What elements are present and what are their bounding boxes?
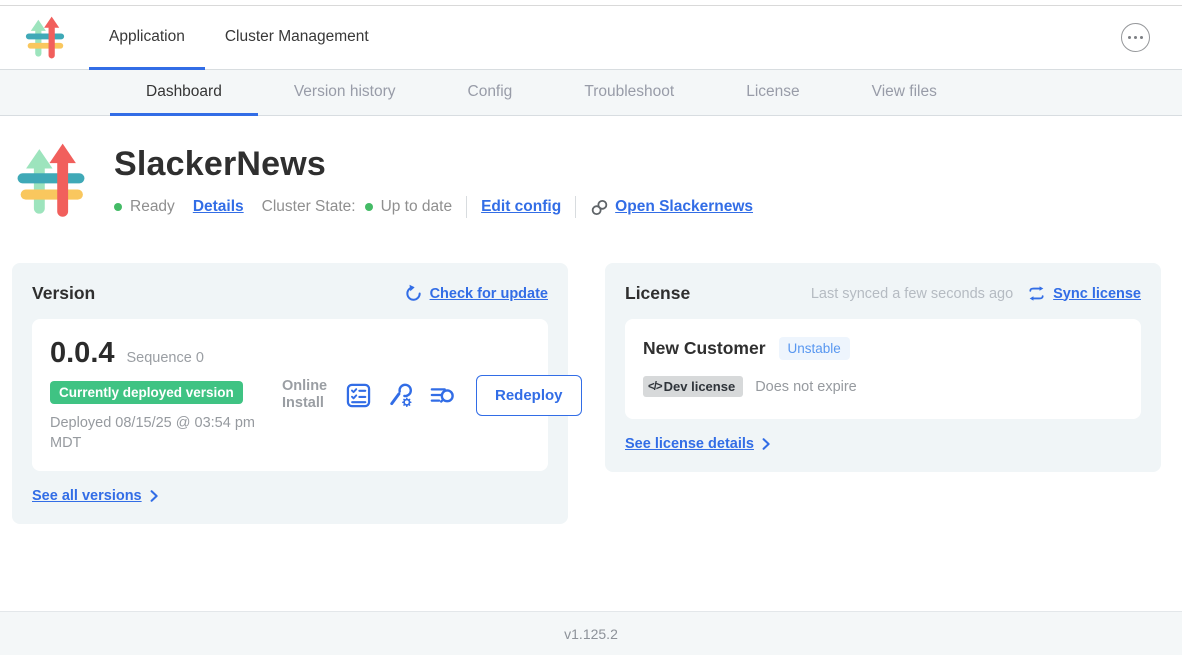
deploy-logs-icon[interactable]	[429, 382, 456, 409]
page: Application Cluster Management Dashboard…	[0, 0, 1182, 655]
tab-cluster-management-label: Cluster Management	[225, 28, 369, 46]
redeploy-button[interactable]: Redeploy	[476, 375, 582, 416]
license-type-badge: </> Dev license	[643, 376, 743, 397]
see-all-versions-link[interactable]: See all versions	[32, 488, 548, 504]
tab-application[interactable]: Application	[89, 6, 205, 70]
top-nav-right	[1121, 6, 1182, 69]
main-content: SlackerNews Ready Details Cluster State:…	[0, 116, 1182, 611]
sync-license-link[interactable]: Sync license	[1053, 286, 1141, 302]
slackernews-logo-icon	[25, 15, 65, 61]
page-title: SlackerNews	[114, 145, 753, 184]
last-synced-text: Last synced a few seconds ago	[811, 286, 1013, 302]
divider	[466, 196, 467, 218]
console-version: v1.125.2	[564, 626, 618, 642]
version-card-title: Version	[32, 283, 95, 304]
app-logo-large	[16, 137, 86, 230]
subtab-config[interactable]: Config	[432, 70, 549, 116]
slackernews-logo-icon	[16, 137, 86, 225]
license-expiry: Does not expire	[755, 379, 857, 395]
chain-link-icon	[590, 198, 609, 217]
subtab-view-files[interactable]: View files	[836, 70, 973, 116]
preflight-checks-icon[interactable]	[345, 382, 372, 409]
sub-nav: Dashboard Version history Config Trouble…	[0, 70, 1182, 116]
install-type-label: Online Install	[282, 378, 330, 411]
code-icon: </>	[648, 381, 662, 393]
subtab-version-history[interactable]: Version history	[258, 70, 432, 116]
app-header: SlackerNews Ready Details Cluster State:…	[0, 116, 1182, 230]
more-menu-button[interactable]	[1121, 23, 1150, 52]
open-app-link[interactable]: Open Slackernews	[615, 198, 753, 216]
cluster-state-dot	[365, 203, 373, 211]
subtab-license[interactable]: License	[710, 70, 835, 116]
deployed-timestamp: Deployed 08/15/25 @ 03:54 pm MDT	[50, 414, 265, 453]
license-details-panel: New Customer Unstable </> Dev license Do…	[625, 319, 1141, 419]
check-for-update-link[interactable]: Check for update	[430, 286, 548, 302]
subtab-troubleshoot[interactable]: Troubleshoot	[548, 70, 710, 116]
subtab-dashboard[interactable]: Dashboard	[110, 70, 258, 116]
license-card-title: License	[625, 283, 690, 304]
deployed-version-badge: Currently deployed version	[50, 381, 243, 404]
details-link[interactable]: Details	[193, 198, 244, 216]
current-version-panel: 0.0.4 Sequence 0 Currently deployed vers…	[32, 319, 548, 471]
divider	[575, 196, 576, 218]
app-status-row: Ready Details Cluster State: Up to date …	[114, 196, 753, 218]
edit-config-link[interactable]: Edit config	[481, 198, 561, 216]
chevron-right-icon	[760, 438, 772, 450]
top-nav: Application Cluster Management	[0, 6, 1182, 70]
sync-arrows-icon	[1027, 284, 1046, 303]
tab-cluster-management[interactable]: Cluster Management	[205, 6, 389, 70]
sequence-label: Sequence 0	[127, 350, 204, 366]
footer: v1.125.2	[0, 611, 1182, 655]
version-number: 0.0.4	[50, 337, 115, 370]
cluster-state-value: Up to date	[381, 198, 453, 216]
customer-name: New Customer	[643, 338, 766, 359]
see-license-details-link[interactable]: See license details	[625, 436, 1141, 452]
channel-badge: Unstable	[779, 337, 850, 360]
app-status-text: Ready	[130, 198, 175, 216]
ellipsis-icon	[1128, 36, 1132, 40]
app-status-dot	[114, 203, 122, 211]
cluster-state-label: Cluster State:	[262, 198, 356, 216]
license-card: License Last synced a few seconds ago Sy…	[605, 263, 1161, 472]
tab-application-label: Application	[109, 28, 185, 46]
app-logo-small	[25, 6, 65, 69]
refresh-icon	[404, 284, 423, 303]
version-card: Version Check for update	[12, 263, 568, 524]
chevron-right-icon	[148, 490, 160, 502]
dashboard-cards: Version Check for update	[12, 263, 1170, 524]
config-wrench-icon[interactable]	[387, 382, 414, 409]
